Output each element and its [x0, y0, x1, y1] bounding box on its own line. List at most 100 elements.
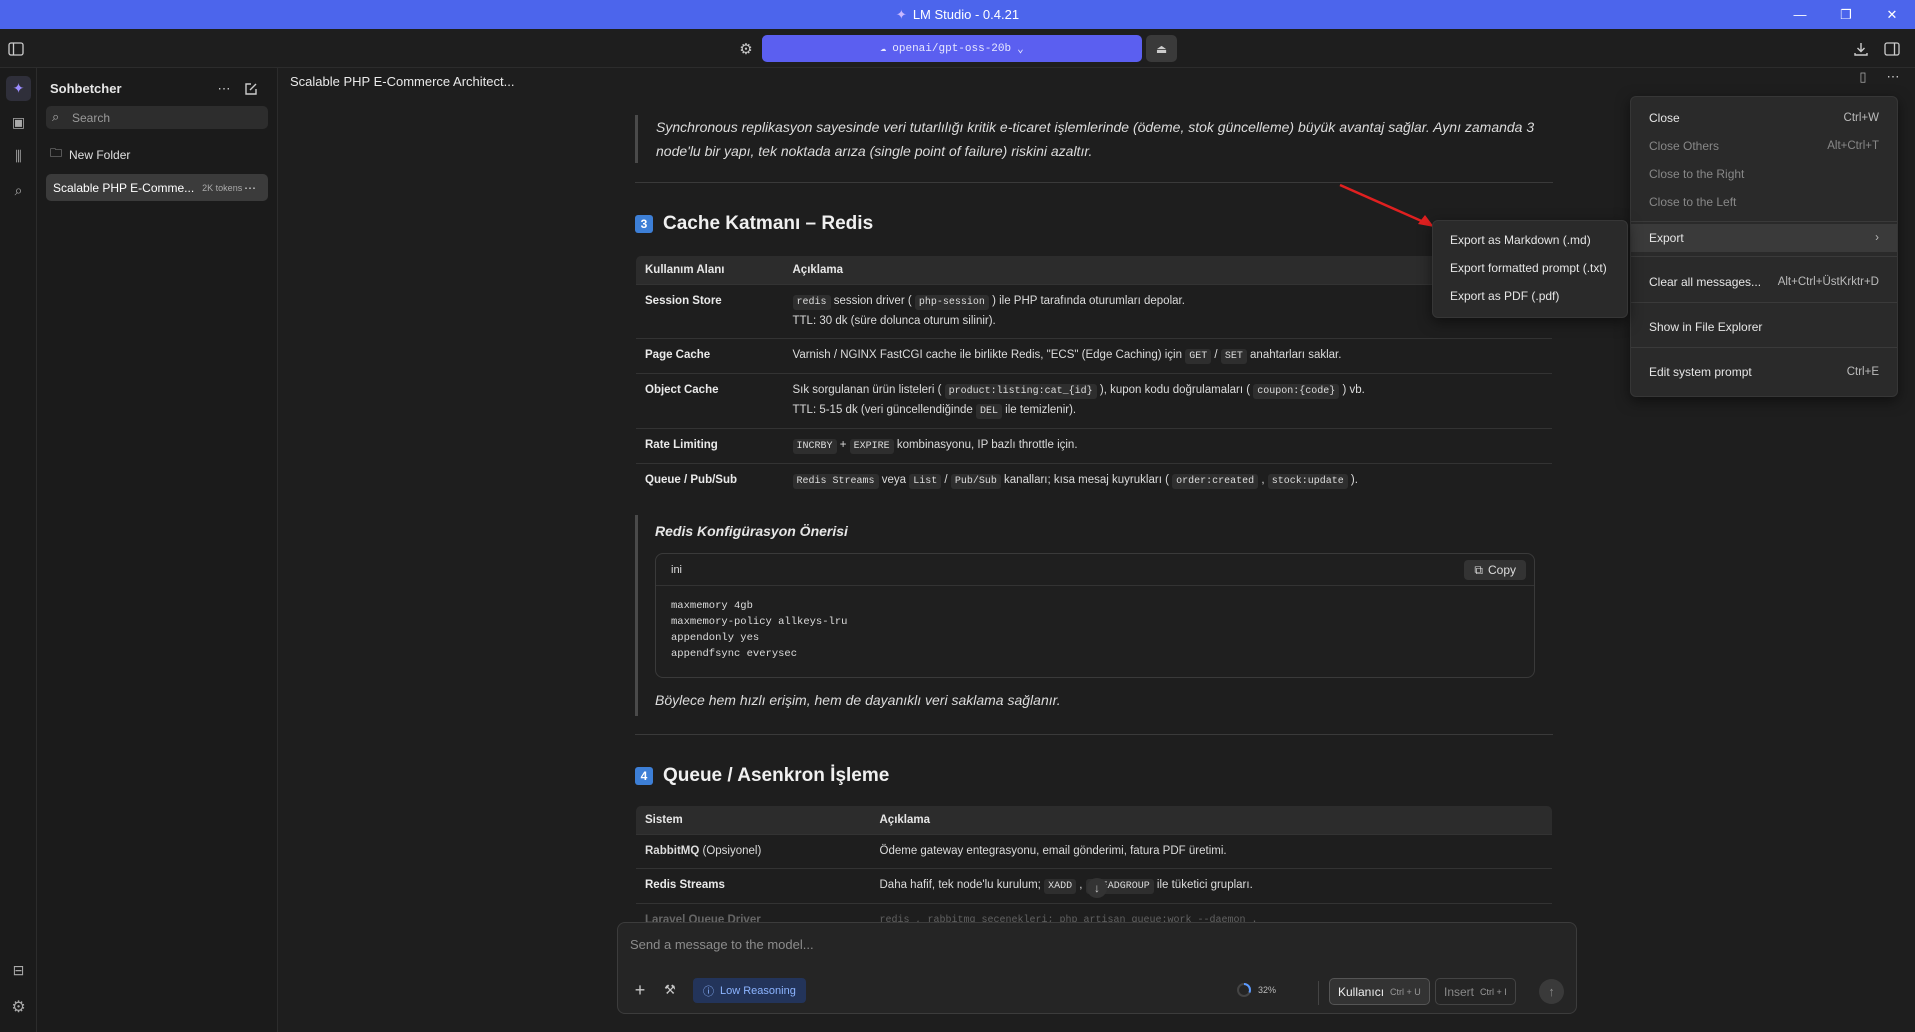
copy-icon: ⧉ [1474, 562, 1483, 577]
table-cell: Varnish / NGINX FastCGI cache ile birlik… [783, 338, 1552, 374]
new-folder-button[interactable]: 🗀 New Folder [50, 144, 130, 165]
cell-text: / [941, 474, 951, 486]
chat-item-menu-icon[interactable]: ⋯ [244, 181, 256, 195]
cell-text: (Opsiyonel) [699, 845, 762, 857]
cell-text: TTL: 5-15 dk (veri güncellendiğinde [792, 404, 976, 416]
code-content: maxmemory 4gb maxmemory-policy allkeys-l… [671, 600, 848, 660]
insert-label: Insert [1444, 984, 1475, 999]
menu-item-export[interactable]: Export › [1631, 224, 1897, 252]
send-icon[interactable]: ↑ [1539, 979, 1564, 1004]
toggle-right-panel-icon[interactable] [1881, 38, 1903, 60]
message-input[interactable]: Send a message to the model... [630, 937, 814, 952]
menu-separator [1631, 221, 1897, 222]
chat-title: Scalable PHP E-Commerce Architect... [290, 74, 515, 89]
intro-blockquote: Synchronous replikasyon sayesinde veri t… [635, 115, 1553, 163]
inline-code: GET [1185, 349, 1212, 364]
more-options-icon[interactable]: ⋯ [215, 80, 233, 98]
left-rail: ✦ ▣ ⫼ ⌕ ⊟ ⚙ [0, 68, 37, 1032]
cell-text: TTL: 30 dk (süre dolunca oturum silinir)… [792, 315, 996, 327]
table-cell-key: Queue / Pub/Sub [636, 463, 784, 498]
red-arrow-annotation [1339, 183, 1434, 227]
reasoning-toggle[interactable]: ⓘ Low Reasoning [693, 978, 806, 1003]
menu-item-close-right[interactable]: Close to the Right [1631, 161, 1897, 187]
cache-table: Kullanım Alanı Açıklama Session Store re… [635, 255, 1553, 499]
inline-code: List [909, 474, 942, 489]
chat-icon[interactable]: ✦ [6, 76, 31, 101]
tab-menu-icon[interactable]: ⋯ [1884, 69, 1902, 84]
new-chat-icon[interactable] [242, 80, 260, 98]
scroll-down-icon[interactable]: ↓ [1087, 878, 1107, 898]
menu-item-export-txt[interactable]: Export formatted prompt (.txt) [1433, 255, 1627, 281]
redis-config-blockquote: Redis Konfigürasyon Önerisi ini ⧉ Copy ma… [635, 515, 1553, 716]
table-row: Rate Limiting INCRBY + EXPIRE kombinasyo… [636, 428, 1552, 464]
cell-text: session driver ( [830, 295, 915, 307]
table-cell: Daha hafif, tek node'lu kurulum; XADD , … [870, 868, 1552, 904]
settings-icon[interactable]: ⚙ [6, 994, 31, 1019]
menu-item-export-md[interactable]: Export as Markdown (.md) [1433, 227, 1627, 253]
add-attachment-icon[interactable]: + [630, 980, 650, 1000]
context-usage: 32% [1236, 982, 1276, 998]
menu-item-show-explorer[interactable]: Show in File Explorer [1631, 314, 1897, 340]
insert-shortcut: Ctrl + I [1480, 986, 1507, 997]
message-composer: Send a message to the model... + ⚒ ⓘ Low… [617, 922, 1577, 1014]
chat-item-tokens: 2K tokens [202, 182, 243, 193]
divider [1318, 981, 1319, 1005]
close-window-button[interactable]: ✕ [1869, 0, 1915, 29]
menu-item-close[interactable]: Close Ctrl+W [1631, 105, 1897, 131]
inline-code: order:created [1172, 474, 1259, 489]
cell-text: Varnish / NGINX FastCGI cache ile birlik… [792, 349, 1186, 361]
menu-item-clear-messages[interactable]: Clear all messages... Alt+Ctrl+ÜstKrktr+D [1631, 269, 1897, 295]
table-cell-key: RabbitMQ (Opsiyonel) [636, 834, 871, 869]
table-cell: INCRBY + EXPIRE kombinasyonu, IP bazlı t… [783, 428, 1552, 464]
table-row: Queue / Pub/Sub Redis Streams veya List … [636, 463, 1552, 498]
tools-icon[interactable]: ⚒ [660, 980, 680, 1000]
model-selector[interactable]: ☁ openai/gpt-oss-20b ⌄ [762, 35, 1142, 62]
models-icon[interactable]: ⫼ [6, 144, 31, 169]
menu-item-export-pdf[interactable]: Export as PDF (.pdf) [1433, 283, 1627, 309]
table-cell-key: Rate Limiting [636, 428, 784, 464]
discover-icon[interactable]: ⌕ [6, 178, 31, 203]
code-block: ini ⧉ Copy maxmemory 4gb maxmemory-policy… [655, 553, 1535, 678]
minimize-button[interactable]: — [1777, 0, 1823, 29]
menu-item-close-left[interactable]: Close to the Left [1631, 189, 1897, 215]
chat-item-title: Scalable PHP E-Comme... [53, 180, 195, 195]
runtime-icon[interactable]: ⊟ [6, 958, 31, 983]
copy-button[interactable]: ⧉ Copy [1464, 560, 1526, 580]
toggle-sidebar-icon[interactable] [5, 38, 27, 60]
table-cell-key: Page Cache [636, 338, 784, 374]
config-subtitle: Redis Konfigürasyon Önerisi [655, 523, 848, 539]
user-role-shortcut: Ctrl + U [1390, 986, 1421, 997]
menu-label: Clear all messages... [1649, 275, 1762, 289]
cell-text: ) ile PHP tarafında oturumları depolar. [988, 295, 1185, 307]
menu-label: Close Others [1649, 139, 1720, 153]
sidebar-chat-item[interactable]: Scalable PHP E-Comme... 2K tokens ⋯ [46, 174, 268, 201]
window-title: LM Studio - 0.4.21 [912, 7, 1020, 22]
split-view-icon[interactable]: ▯ [1854, 69, 1872, 84]
cell-text: ) vb. [1339, 384, 1365, 396]
cell-text: Daha hafif, tek node'lu kurulum; [879, 879, 1045, 891]
tab-context-menu: Close Ctrl+W Close Others Alt+Ctrl+T Close… [1630, 96, 1898, 397]
cell-text: ile temizlenir). [1001, 404, 1077, 416]
gear-icon[interactable]: ⚙ [735, 38, 757, 60]
user-role-button[interactable]: Kullanıcı Ctrl + U [1329, 978, 1430, 1005]
eject-model-button[interactable]: ⏏ [1146, 35, 1177, 62]
menu-item-close-others[interactable]: Close Others Alt+Ctrl+T [1631, 133, 1897, 159]
section-title: Queue / Asenkron İşleme [663, 765, 890, 786]
reasoning-label: Low Reasoning [720, 984, 796, 997]
menu-shortcut: Ctrl+E [1846, 366, 1879, 378]
inline-code: redis [792, 295, 831, 310]
new-folder-label: New Folder [69, 147, 131, 162]
folder-plus-icon: 🗀 [50, 146, 63, 160]
developer-icon[interactable]: ▣ [6, 110, 31, 135]
menu-label: Close [1649, 111, 1680, 125]
context-percent: 32% [1258, 985, 1277, 995]
maximize-button[interactable]: ❐ [1823, 0, 1869, 29]
menu-label: Close to the Right [1649, 167, 1745, 181]
menu-separator [1631, 256, 1897, 257]
insert-button[interactable]: Insert Ctrl + I [1435, 978, 1516, 1005]
download-icon[interactable] [1850, 38, 1872, 60]
table-row: Session Store redis session driver ( php… [636, 284, 1552, 339]
lm-studio-logo-icon: ✦ [895, 6, 907, 22]
menu-item-edit-system-prompt[interactable]: Edit system prompt Ctrl+E [1631, 359, 1897, 385]
search-input[interactable]: ⌕ Search [46, 106, 268, 129]
